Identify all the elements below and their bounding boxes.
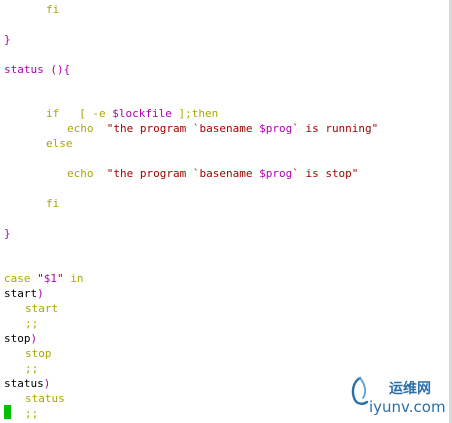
code-line: if [ -e $lockfile ];then [46, 106, 218, 121]
text-cursor [4, 405, 11, 419]
code-line: stop) [4, 332, 38, 345]
keyword-fi: fi [46, 3, 60, 16]
keyword-fi: fi [46, 197, 60, 210]
code-line: status) [4, 377, 51, 390]
code-line: ;; [25, 406, 38, 421]
code-line: start [25, 301, 58, 316]
code-line: echo "the program `basename $prog` is ru… [67, 121, 378, 136]
call-start: start [25, 302, 59, 315]
test-open: [ -e [59, 107, 113, 120]
code-line: ;; [25, 316, 38, 331]
brand-logo-icon [351, 376, 369, 405]
case-label-stop: stop [4, 332, 31, 345]
code-line: } [4, 32, 11, 47]
case-label-status: status [4, 377, 44, 390]
function-parens: (){ [43, 63, 71, 76]
string-literal: ` is stop" [292, 167, 359, 180]
keyword-in: in [63, 272, 84, 285]
variable-arg1: $1 [43, 272, 57, 285]
variable-prog: $prog [259, 167, 293, 180]
keyword-echo: echo [67, 122, 94, 135]
test-close: ];then [171, 107, 219, 120]
case-terminator: ;; [25, 317, 39, 330]
call-stop: stop [25, 347, 52, 360]
watermark-domain: iyunv.com [369, 398, 446, 416]
code-editor[interactable]: fi } status (){ if [ -e $lockfile ];then… [0, 0, 452, 423]
code-line: case "$1" in [4, 272, 84, 285]
keyword-echo: echo [67, 167, 94, 180]
case-terminator: ;; [25, 407, 39, 420]
case-label-start: start [4, 287, 38, 300]
keyword-else: else [46, 137, 73, 150]
string-literal: "the program `basename [106, 122, 260, 135]
variable-prog: $prog [259, 122, 293, 135]
code-line: status (){ [4, 62, 70, 77]
code-line: stop [25, 346, 52, 361]
watermark-brand: 运维网 [389, 381, 431, 397]
code-line: ;; [25, 361, 38, 376]
closing-brace: } [4, 227, 11, 240]
variable-lockfile: $lockfile [112, 107, 172, 120]
code-line: else [46, 136, 73, 151]
string-literal: ` is running" [292, 122, 379, 135]
string-literal: "the program `basename [106, 167, 260, 180]
closing-brace: } [4, 33, 11, 46]
watermark: 运维网 iyunv.com [345, 374, 452, 420]
code-line: fi [46, 2, 59, 17]
function-name: status [4, 63, 44, 76]
keyword-case: case [4, 272, 31, 285]
code-line: status [25, 391, 65, 406]
code-line: fi [46, 196, 59, 211]
keyword-if: if [46, 107, 60, 120]
case-terminator: ;; [25, 362, 39, 375]
call-status: status [25, 392, 65, 405]
code-line: start) [4, 287, 44, 300]
code-line: echo "the program `basename $prog` is st… [67, 166, 358, 181]
code-line: } [4, 226, 11, 241]
